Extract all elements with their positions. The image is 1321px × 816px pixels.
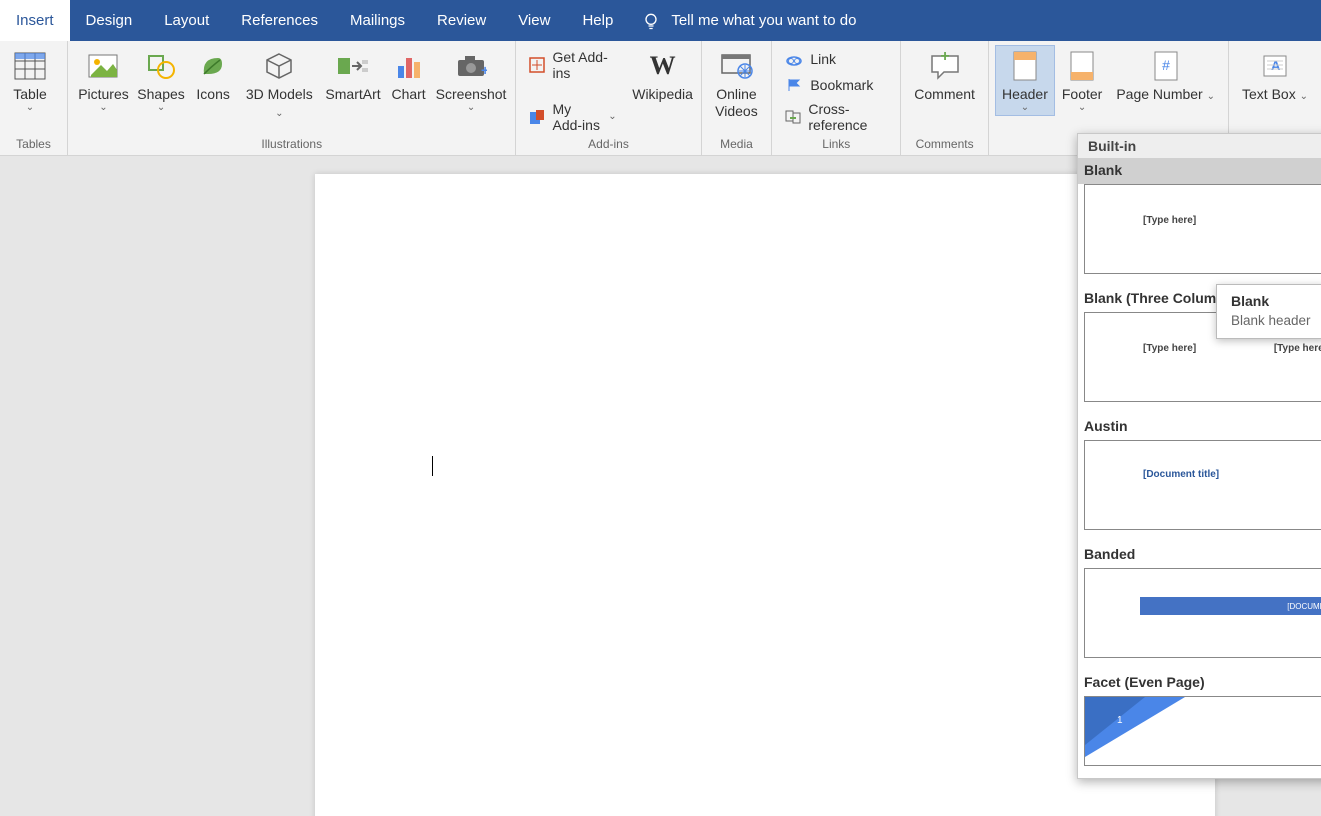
svg-text:+: +: [940, 51, 949, 65]
chevron-down-icon: ⌄: [467, 103, 475, 113]
icons-button[interactable]: Icons: [189, 45, 237, 106]
group-tables: Table ⌄ Tables: [0, 41, 68, 155]
comment-button[interactable]: + Comment: [907, 45, 982, 106]
gallery-preview-banded[interactable]: [DOCUME: [1084, 568, 1321, 658]
gallery-item-banded[interactable]: Banded: [1078, 542, 1321, 568]
tab-design[interactable]: Design: [70, 0, 149, 41]
table-icon: [13, 48, 47, 84]
leaf-icon: [198, 48, 228, 84]
online-videos-button[interactable]: Online Videos: [708, 45, 766, 123]
bookmark-flag-icon: [784, 75, 804, 95]
tab-mailings[interactable]: Mailings: [334, 0, 421, 41]
crossref-icon: [784, 107, 802, 127]
cross-reference-button[interactable]: Cross-reference: [778, 99, 894, 135]
footer-icon: [1068, 48, 1096, 84]
chevron-down-icon: ⌄: [1078, 103, 1086, 113]
shapes-icon: [146, 48, 176, 84]
addins-icon: [528, 107, 546, 127]
tab-references[interactable]: References: [225, 0, 334, 41]
chevron-down-icon: ⌄: [1021, 103, 1029, 113]
tell-me-search[interactable]: Tell me what you want to do: [629, 0, 868, 41]
group-illustrations: Pictures ⌄ Shapes ⌄ Icons 3D Mo: [68, 41, 516, 155]
lightbulb-icon: [641, 11, 661, 31]
smartart-icon: [336, 48, 370, 84]
tab-layout[interactable]: Layout: [148, 0, 225, 41]
chevron-down-icon: ⌄: [99, 103, 107, 113]
gallery-item-blank[interactable]: Blank: [1078, 158, 1321, 184]
chart-icon: [394, 48, 424, 84]
svg-text:+: +: [481, 62, 487, 78]
chevron-down-icon: ⌄: [26, 103, 34, 113]
tab-review[interactable]: Review: [421, 0, 502, 41]
text-cursor: [432, 456, 433, 476]
page-number-button[interactable]: # Page Number ⌄: [1109, 45, 1222, 106]
gallery-preview-blank[interactable]: [Type here]: [1084, 184, 1321, 274]
svg-text:#: #: [1162, 57, 1170, 73]
gallery-item-facet-even[interactable]: Facet (Even Page): [1078, 670, 1321, 696]
tooltip-blank-header: Blank Blank header: [1216, 284, 1321, 339]
link-button[interactable]: Link: [778, 47, 894, 71]
wikipedia-icon: W: [650, 48, 676, 84]
store-icon: [528, 55, 546, 75]
chevron-down-icon: ⌄: [157, 103, 165, 113]
tab-help[interactable]: Help: [566, 0, 629, 41]
facet-triangle-icon: [1085, 697, 1195, 766]
link-icon: [784, 49, 804, 69]
table-button[interactable]: Table ⌄: [6, 45, 54, 116]
3d-models-button[interactable]: 3D Models ⌄: [237, 45, 321, 123]
smartart-button[interactable]: SmartArt: [321, 45, 384, 106]
gallery-item-austin[interactable]: Austin: [1078, 414, 1321, 440]
picture-icon: [87, 48, 119, 84]
get-addins-button[interactable]: Get Add-ins: [522, 47, 622, 83]
bookmark-button[interactable]: Bookmark: [778, 73, 894, 97]
group-comments: + Comment Comments: [901, 41, 989, 155]
gallery-section-builtin: Built-in: [1078, 134, 1321, 158]
gallery-preview-facet-even[interactable]: 1: [1084, 696, 1321, 766]
camera-icon: +: [455, 48, 487, 84]
video-icon: [719, 48, 753, 84]
tab-view[interactable]: View: [502, 0, 566, 41]
header-button[interactable]: Header ⌄: [995, 45, 1055, 116]
screenshot-button[interactable]: + Screenshot ⌄: [433, 45, 510, 116]
group-media: Online Videos Media: [702, 41, 773, 155]
my-addins-button[interactable]: My Add-ins ⌄: [522, 99, 622, 135]
page-number-icon: #: [1152, 48, 1180, 84]
wikipedia-button[interactable]: W Wikipedia: [631, 45, 695, 106]
header-icon: [1011, 48, 1039, 84]
tell-me-label: Tell me what you want to do: [671, 12, 856, 29]
header-gallery-dropdown: Built-in Blank [Type here] Blank (Three …: [1077, 133, 1321, 779]
comment-icon: +: [928, 48, 962, 84]
textbox-icon: A: [1261, 48, 1289, 84]
chart-button[interactable]: Chart: [385, 45, 433, 106]
footer-button[interactable]: Footer ⌄: [1055, 45, 1109, 116]
ribbon-tabs: Insert Design Layout References Mailings…: [0, 0, 1321, 41]
text-box-button[interactable]: A Text Box ⌄: [1235, 45, 1315, 106]
shapes-button[interactable]: Shapes ⌄: [133, 45, 189, 116]
gallery-preview-austin[interactable]: [Document title]: [1084, 440, 1321, 530]
tab-insert[interactable]: Insert: [0, 0, 70, 41]
pictures-button[interactable]: Pictures ⌄: [74, 45, 133, 116]
group-links: Link Bookmark Cross-reference Links: [772, 41, 901, 155]
cube-icon: [264, 48, 294, 84]
group-addins: Get Add-ins My Add-ins ⌄ W Wikipedia Add…: [516, 41, 701, 155]
chevron-down-icon: ⌄: [608, 112, 616, 122]
